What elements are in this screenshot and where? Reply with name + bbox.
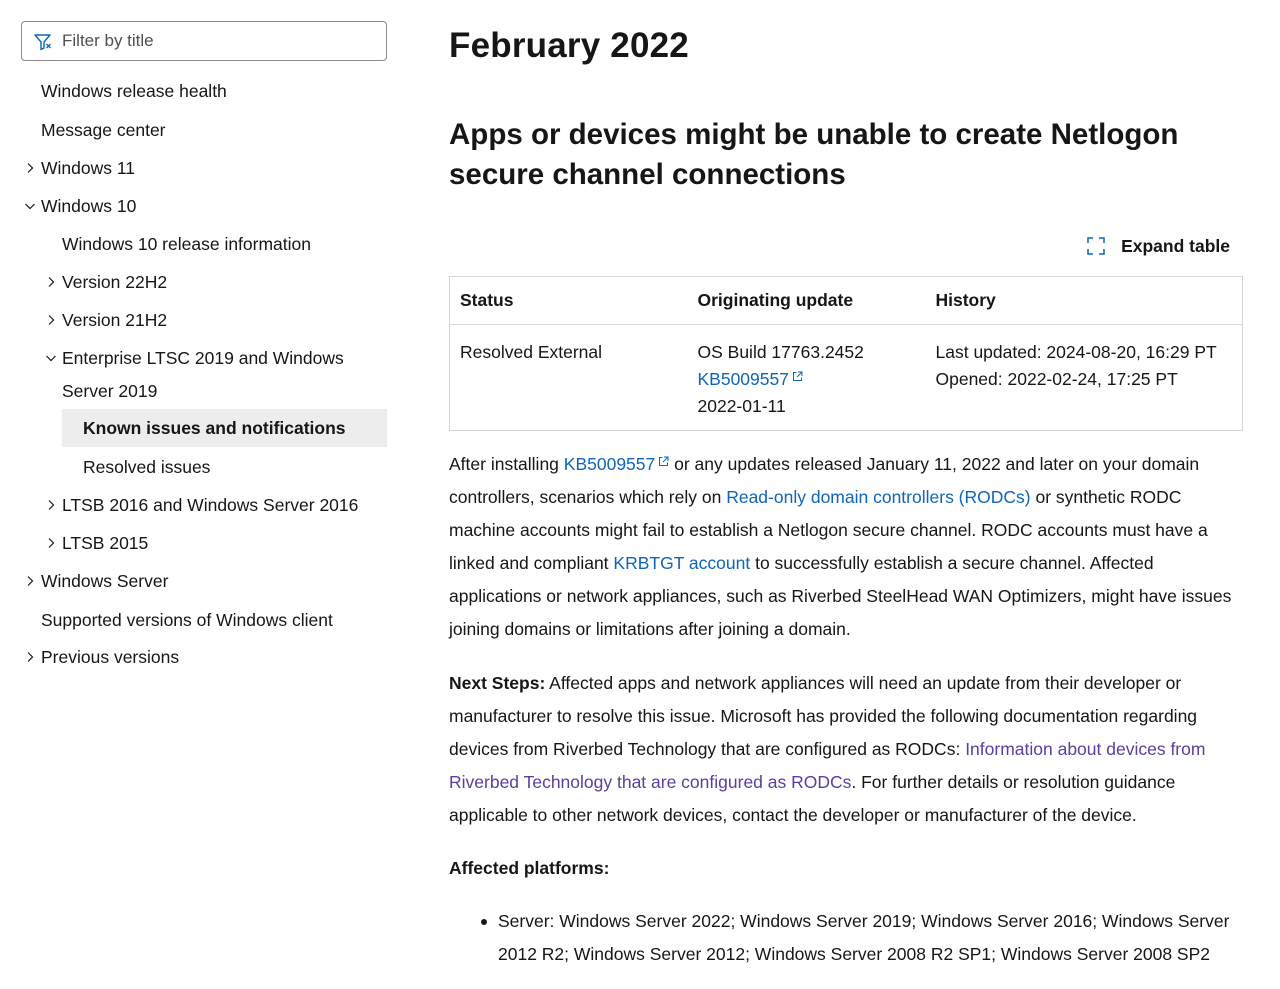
sidebar-nav: Windows release health Message center Wi… (0, 0, 400, 989)
nav-item-label: Known issues and notifications (83, 418, 346, 438)
nav-item-known-issues-and-notifications[interactable]: Known issues and notifications (62, 409, 387, 447)
nav-item-label: LTSB 2015 (62, 533, 149, 553)
nav-item-label: Version 21H2 (62, 310, 168, 330)
nav-item-resolved-issues[interactable]: Resolved issues (83, 456, 210, 478)
opened-date: Opened: 2022-02-24, 17:25 PT (935, 369, 1178, 389)
nav-item-windows-release-health[interactable]: Windows release health (41, 80, 227, 102)
cell-status: Resolved External (460, 342, 603, 362)
last-updated: Last updated: 2024-08-20, 16:29 PT (935, 342, 1217, 362)
external-link-icon (659, 456, 669, 466)
chevron-right-icon[interactable] (24, 651, 36, 663)
cell-history: Last updated: 2024-08-20, 16:29 PT Opene… (926, 325, 1243, 431)
chevron-down-icon[interactable] (24, 200, 36, 212)
nav-item-label: Resolved issues (83, 457, 211, 477)
nav-item-label: Windows 11 (41, 158, 136, 178)
nav-item-enterprise-ltsc-2019[interactable]: Enterprise LTSC 2019 and Windows Server … (62, 342, 362, 408)
nav-item-version-21h2[interactable]: Version 21H2 (62, 309, 167, 331)
expand-table-label: Expand table (1121, 235, 1230, 256)
header-status: Status (449, 276, 688, 325)
kb-link-text: KB5009557 (563, 454, 656, 474)
nav-item-label: Message center (41, 120, 166, 140)
issue-description: After installing KB5009557 or any update… (449, 448, 1244, 646)
filter-input[interactable] (62, 22, 382, 60)
nav-item-label: Enterprise LTSC 2019 and Windows Server … (62, 348, 344, 401)
issue-title: Apps or devices might be unable to creat… (449, 118, 1179, 191)
nav-item-label: Supported versions of Windows client (41, 610, 333, 630)
nav-item-supported-versions[interactable]: Supported versions of Windows client (41, 609, 333, 631)
issue-table: Status Originating update History Resolv… (449, 276, 1243, 431)
filter-icon (34, 34, 51, 51)
external-link-icon (792, 371, 803, 381)
nav-item-windows-10[interactable]: Windows 10 (41, 195, 136, 217)
header-originating-update: Originating update (687, 276, 926, 325)
nav-item-label: Previous versions (41, 647, 180, 667)
expand-table-button[interactable]: Expand table (1087, 233, 1230, 259)
os-build: OS Build 17763.2452 (697, 342, 864, 362)
kb-date: 2022-01-11 (697, 396, 786, 416)
cell-originating-update: OS Build 17763.2452 KB5009557 2022-01-11 (688, 325, 926, 431)
text-run: After installing (449, 454, 564, 474)
nav-item-ltsb-2015[interactable]: LTSB 2015 (62, 532, 148, 554)
kb-link-inline[interactable]: KB5009557 (564, 454, 669, 474)
affected-platforms-heading: Affected platforms: (449, 858, 610, 878)
nav-item-previous-versions[interactable]: Previous versions (41, 646, 179, 668)
rodc-link[interactable]: Read-only domain controllers (RODCs) (726, 487, 1030, 507)
chevron-right-icon[interactable] (24, 162, 36, 174)
nav-item-label: Windows release health (41, 81, 227, 101)
kb-link-text: KB5009557 (697, 369, 789, 389)
nav-item-windows-11[interactable]: Windows 11 (41, 157, 135, 179)
nav-item-label: Windows 10 release information (62, 234, 312, 254)
chevron-right-icon[interactable] (45, 314, 57, 326)
nav-item-ltsb-2016[interactable]: LTSB 2016 and Windows Server 2016 (62, 494, 358, 516)
nav-item-windows-10-release-information[interactable]: Windows 10 release information (62, 233, 311, 255)
nav-item-message-center[interactable]: Message center (41, 119, 166, 141)
next-steps: Next Steps: Affected apps and network ap… (449, 667, 1244, 832)
chevron-right-icon[interactable] (24, 575, 36, 587)
table-header-row: Status Originating update History (449, 276, 1243, 325)
nav-item-label: Version 22H2 (62, 272, 168, 292)
affected-platforms-list: Server: Windows Server 2022; Windows Ser… (481, 905, 1243, 971)
nav-item-label: Windows Server (41, 571, 169, 591)
nav-item-windows-server[interactable]: Windows Server (41, 570, 168, 592)
krbtgt-link[interactable]: KRBTGT account (613, 553, 750, 573)
filter-box[interactable] (21, 21, 387, 61)
kb-link[interactable]: KB5009557 (698, 369, 803, 389)
nav-item-label: Windows 10 (41, 196, 137, 216)
chevron-right-icon[interactable] (45, 499, 57, 511)
header-history: History (925, 276, 1243, 325)
expand-icon (1087, 237, 1105, 255)
page-title: February 2022 (449, 26, 689, 65)
next-steps-label: Next Steps: (449, 673, 546, 693)
chevron-right-icon[interactable] (45, 276, 57, 288)
table-row: Resolved External OS Build 17763.2452 KB… (450, 325, 1243, 431)
nav-item-label: LTSB 2016 and Windows Server 2016 (62, 495, 359, 515)
list-item: Server: Windows Server 2022; Windows Ser… (481, 905, 1243, 971)
chevron-down-icon[interactable] (45, 352, 57, 364)
nav-item-version-22h2[interactable]: Version 22H2 (62, 271, 167, 293)
chevron-right-icon[interactable] (45, 537, 57, 549)
